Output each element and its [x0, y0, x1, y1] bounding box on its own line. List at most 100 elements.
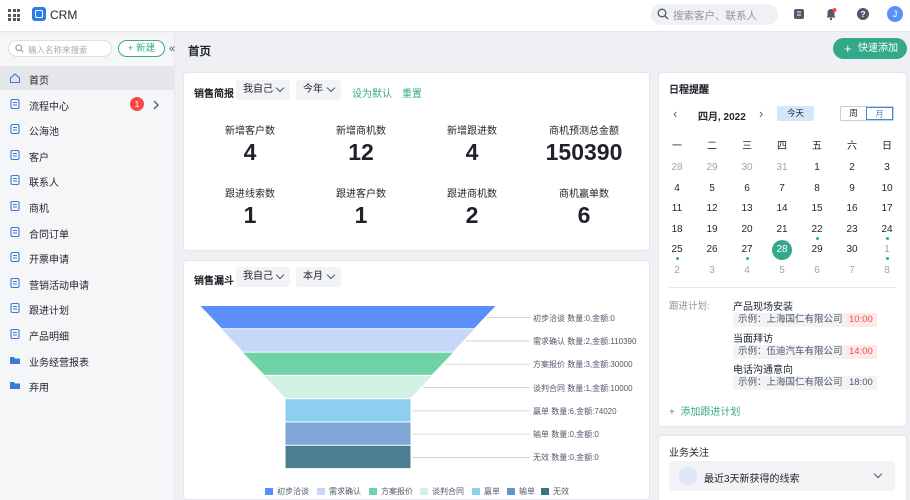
sidebar-item-label: 弃用 — [29, 383, 49, 395]
stat-value: 150390 — [545, 139, 623, 165]
calendar-day[interactable]: 24 — [872, 224, 902, 235]
calendar-day[interactable]: 21 — [767, 224, 797, 235]
calendar-day[interactable]: 6 — [802, 265, 832, 276]
quick-add-button[interactable]: + 快速添加 — [833, 38, 907, 59]
sidebar-item[interactable]: 首页 — [0, 66, 175, 90]
plan-title[interactable]: 当面拜访 — [733, 330, 773, 345]
add-plan-link[interactable]: + 添加跟进计划 — [669, 403, 740, 418]
calendar-day[interactable]: 12 — [697, 203, 727, 214]
funnel-segment[interactable] — [285, 422, 411, 445]
bell-icon[interactable] — [824, 7, 838, 21]
plan-title[interactable]: 产品现场安装 — [733, 298, 793, 313]
sidebar-item[interactable]: 开票申请 — [0, 245, 175, 269]
next-month-icon[interactable]: › — [759, 106, 763, 121]
calendar-day[interactable]: 5 — [767, 265, 797, 276]
sidebar-item[interactable]: 合同订单 — [0, 220, 175, 244]
calendar-day[interactable]: 14 — [767, 203, 797, 214]
funnel-segment[interactable] — [285, 445, 411, 469]
funnel-segment[interactable] — [200, 306, 496, 329]
calendar-day[interactable]: 3 — [872, 162, 902, 173]
new-leads-row[interactable]: 最近3天新获得的线索 — [669, 461, 895, 491]
stat-label: 商机预测总金额 — [549, 126, 619, 137]
sidebar-item[interactable]: 营销活动申请 — [0, 271, 175, 295]
legend-swatch — [507, 488, 515, 495]
calendar-day[interactable]: 8 — [802, 183, 832, 194]
calendar-day[interactable]: 20 — [732, 224, 762, 235]
funnel-segment[interactable] — [221, 329, 475, 352]
calendar-day[interactable]: 5 — [697, 183, 727, 194]
legend-item[interactable]: 无效 — [541, 486, 569, 497]
calendar-day[interactable]: 1 — [872, 244, 902, 255]
plan-title[interactable]: 电话沟通意向 — [733, 361, 793, 376]
calendar-day[interactable]: 7 — [837, 265, 867, 276]
sidebar-item-label: 联系人 — [29, 178, 59, 190]
plan-company[interactable]: 示例：上海国仁有限公司 — [733, 313, 848, 327]
today-button[interactable]: 今天 — [777, 106, 814, 121]
chevron-right-icon[interactable] — [152, 99, 160, 113]
calendar-day[interactable]: 19 — [697, 224, 727, 235]
plan-company[interactable]: 示例：上海国仁有限公司 — [733, 376, 848, 390]
calendar-day[interactable]: 26 — [697, 244, 727, 255]
sidebar-item[interactable]: 业务经营报表 — [0, 348, 175, 372]
sidebar-item[interactable]: 跟进计划 — [0, 296, 175, 320]
calendar-day[interactable]: 23 — [837, 224, 867, 235]
legend-item[interactable]: 初步洽谈 — [265, 486, 309, 497]
calendar-day[interactable]: 2 — [662, 265, 692, 276]
calendar-day[interactable]: 16 — [837, 203, 867, 214]
legend-item[interactable]: 输单 — [507, 486, 535, 497]
calendar-day[interactable]: 15 — [802, 203, 832, 214]
sidebar-item[interactable]: 弃用 — [0, 373, 175, 397]
prev-month-icon[interactable]: ‹ — [673, 106, 677, 121]
calendar-day[interactable]: 30 — [837, 244, 867, 255]
calendar-day[interactable]: 29 — [697, 162, 727, 173]
calendar-day[interactable]: 31 — [767, 162, 797, 173]
global-search-input[interactable]: 搜索客户、联系人 — [651, 4, 778, 25]
calendar-day[interactable]: 18 — [662, 224, 692, 235]
calendar-day[interactable]: 22 — [802, 224, 832, 235]
calendar-day[interactable]: 17 — [872, 203, 902, 214]
calendar-day[interactable]: 10 — [872, 183, 902, 194]
calendar-day[interactable]: 6 — [732, 183, 762, 194]
calendar-day[interactable]: 9 — [837, 183, 867, 194]
opportunity-icon — [10, 200, 20, 212]
calendar-day[interactable]: 28 — [662, 162, 692, 173]
legend-item[interactable]: 方案报价 — [369, 486, 413, 497]
calendar-day[interactable]: 27 — [732, 244, 762, 255]
calendar-day[interactable]: 4 — [662, 183, 692, 194]
sidebar-item[interactable]: 公海池 — [0, 117, 175, 141]
sidebar-item-label: 产品明细 — [29, 332, 69, 343]
legend-item[interactable]: 需求确认 — [317, 486, 361, 497]
calendar-day[interactable]: 29 — [802, 244, 832, 255]
plan-company[interactable]: 示例：伍迪汽车有限公司 — [733, 344, 848, 359]
funnel-segment[interactable] — [285, 399, 411, 422]
user-avatar[interactable]: J — [887, 6, 903, 22]
calendar-day[interactable]: 4 — [732, 265, 762, 276]
leads-icon — [679, 467, 697, 485]
legend-item[interactable]: 谈判合同 — [420, 486, 464, 497]
calendar-day[interactable]: 30 — [732, 162, 762, 173]
calendar-day[interactable]: 8 — [872, 265, 902, 276]
sidebar-item[interactable]: 产品明细 — [0, 322, 175, 346]
calendar-day[interactable]: 11 — [662, 203, 692, 214]
legend-item[interactable]: 赢单 — [472, 486, 500, 497]
sidebar-item[interactable]: 联系人 — [0, 168, 175, 192]
calendar-day[interactable]: 1 — [802, 162, 832, 173]
campaign-icon — [10, 277, 20, 288]
month-view-button[interactable]: 月 — [866, 107, 893, 120]
home-icon — [9, 73, 21, 84]
funnel-segment[interactable] — [243, 352, 453, 375]
calendar-day[interactable]: 3 — [697, 265, 727, 276]
calendar-day[interactable]: 2 — [837, 162, 867, 173]
calendar-day[interactable]: 13 — [732, 203, 762, 214]
notes-icon[interactable] — [792, 7, 806, 21]
week-view-button[interactable]: 周 — [841, 107, 866, 120]
funnel-segment[interactable] — [264, 375, 432, 399]
sidebar-item[interactable]: 客户 — [0, 143, 175, 167]
sidebar-item[interactable]: 流程中心 1 — [0, 92, 175, 116]
search-placeholder: 搜索客户、联系人 — [673, 10, 757, 22]
help-icon[interactable]: ? — [856, 7, 870, 21]
calendar-day[interactable]: 7 — [767, 183, 797, 194]
calendar-day[interactable]: 25 — [662, 244, 692, 255]
sidebar-item[interactable]: 商机 — [0, 194, 175, 218]
stat-value: 6 — [577, 202, 591, 228]
